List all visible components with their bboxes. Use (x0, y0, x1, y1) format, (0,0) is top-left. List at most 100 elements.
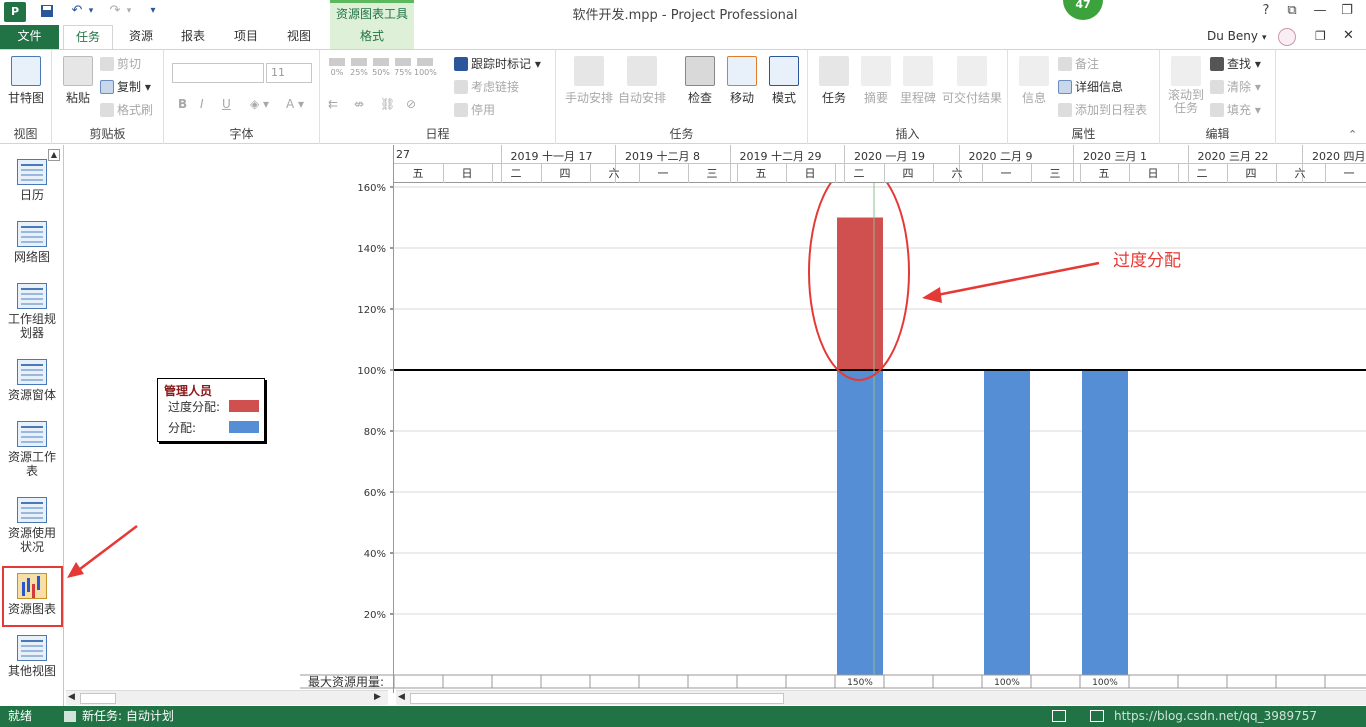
tasks-group-label: 任务 (669, 127, 694, 141)
new-tasks-mode[interactable]: 新任务: 自动计划 (82, 706, 174, 727)
format-painter-label: 格式刷 (117, 103, 154, 117)
milestone-button[interactable]: 里程碑 (896, 56, 940, 106)
clear-button[interactable]: 清除 ▾ (1210, 77, 1261, 97)
gantt-label: 甘特图 (7, 91, 44, 105)
ribbon-display-icon[interactable]: ⧉ (1282, 3, 1302, 21)
restore-window-icon[interactable]: ❐ (1315, 29, 1326, 43)
format-painter-button[interactable]: 格式刷 (100, 100, 153, 120)
notes-button[interactable]: 备注 (1058, 54, 1099, 74)
collapse-ribbon-icon[interactable]: ⌃ (1348, 128, 1357, 141)
respect-links-button[interactable]: 考虑链接 (454, 77, 519, 97)
auto-schedule-button[interactable]: 自动安排 (616, 56, 668, 106)
paste-button[interactable]: 粘贴 (56, 56, 100, 106)
tab-task[interactable]: 任务 (63, 25, 113, 50)
tab-file[interactable]: 文件 (0, 25, 59, 49)
timescale-minor-label: 五 (412, 167, 424, 180)
cut-button[interactable]: 剪切 (100, 54, 141, 74)
clipboard-group-label: 剪贴板 (89, 127, 126, 141)
watermark: https://blog.csdn.net/qq_3989757 (1114, 709, 1318, 723)
redo-dropdown-icon[interactable]: ▾ (124, 6, 134, 24)
highlight-color-icon[interactable]: ◈ ▾ (250, 94, 269, 114)
ribbon: 甘特图 视图 粘贴 剪切 复制 ▾ 格式刷 剪贴板 11 B I U ◈ ▾ A… (0, 49, 1366, 144)
timescale: 27 2019 十一月 17 2019 十二月 8 2019 十二月 29 2020 一… (393, 145, 1366, 183)
unlink-icon[interactable]: ⊘ (406, 94, 416, 114)
y-tick-label: 40% (364, 549, 386, 560)
undo-icon[interactable]: ↶ (66, 3, 88, 21)
font-color-icon[interactable]: A ▾ (286, 94, 304, 114)
insert-task-button[interactable]: 任务 (812, 56, 856, 106)
view-team-planner[interactable]: 工作组规划器 (0, 279, 64, 340)
user-dropdown-icon[interactable]: ▾ (1262, 33, 1267, 43)
move-left-icon[interactable]: ⇇ (328, 94, 338, 114)
tab-resource[interactable]: 资源 (118, 25, 164, 49)
chart-scroll-thumb[interactable] (410, 693, 784, 704)
summary-button[interactable]: 摘要 (854, 56, 898, 106)
tab-format[interactable]: 格式 (330, 25, 414, 49)
restore-button[interactable]: ❐ (1337, 3, 1357, 21)
view-resource-form[interactable]: 资源窗体 (0, 355, 64, 402)
add-timeline-button[interactable]: 添加到日程表 (1058, 100, 1147, 120)
link-icon[interactable]: ⛓ (380, 94, 395, 114)
details-label: 详细信息 (1075, 80, 1124, 94)
percent-0-label: 0% (330, 68, 344, 77)
percent-75-button[interactable]: 75% (392, 58, 414, 82)
percent-0-button[interactable]: 0% (326, 58, 348, 82)
scroll-to-task-button[interactable]: 滚动到任务 (1164, 56, 1208, 115)
minimize-button[interactable]: — (1310, 3, 1330, 21)
tab-report[interactable]: 报表 (170, 25, 216, 49)
y-tick-label: 80% (364, 427, 386, 438)
undo-dropdown-icon[interactable]: ▾ (86, 6, 96, 24)
view-resource-sheet[interactable]: 资源工作表 (0, 417, 64, 478)
font-size-field[interactable]: 11 (266, 63, 312, 83)
percent-50-button[interactable]: 50% (370, 58, 392, 82)
close-icon[interactable]: ✕ (1343, 28, 1354, 43)
percent-100-button[interactable]: 100% (414, 58, 437, 82)
customize-qat-icon[interactable]: ▾ (142, 5, 164, 23)
gantt-view-icon[interactable] (1090, 710, 1104, 722)
avatar[interactable] (1278, 28, 1296, 46)
user-name[interactable]: Du Beny (1207, 29, 1258, 43)
help-button[interactable]: ? (1256, 3, 1276, 21)
percent-25-button[interactable]: 25% (348, 58, 370, 82)
save-icon[interactable] (36, 3, 58, 21)
deliverable-button[interactable]: 可交付结果 (940, 56, 1004, 106)
scroll-right-icon[interactable]: ▶ (374, 692, 381, 702)
timescale-major-label: 2019 十二月 29 (739, 150, 822, 163)
view-more-views[interactable]: 其他视图 (0, 631, 64, 678)
bar-data-label: 100% (1092, 678, 1118, 688)
notification-badge[interactable]: 47 (1063, 0, 1103, 20)
view-resource-usage[interactable]: 资源使用状况 (0, 493, 64, 554)
inspect-button[interactable]: 检查 (678, 56, 722, 106)
left-horizontal-scrollbar[interactable]: ◀ ▶ (66, 690, 388, 705)
track-button[interactable]: 跟踪时标记 ▾ (454, 54, 541, 74)
font-family-field[interactable] (172, 63, 264, 83)
left-scroll-thumb[interactable] (80, 693, 116, 704)
redo-icon[interactable]: ↷ (104, 3, 126, 21)
inactivate-button[interactable]: 停用 (454, 100, 495, 120)
tab-project[interactable]: 项目 (223, 25, 269, 49)
status-view-icon[interactable] (1052, 710, 1066, 722)
clipboard-group: 粘贴 剪切 复制 ▾ 格式刷 剪贴板 (52, 50, 164, 144)
app-icon[interactable]: P (4, 2, 26, 22)
manual-schedule-button[interactable]: 手动安排 (564, 56, 614, 106)
view-network[interactable]: 网络图 (0, 217, 64, 264)
gantt-button[interactable]: 甘特图 (4, 56, 48, 106)
details-button[interactable]: 详细信息 (1058, 77, 1123, 97)
italic-button[interactable]: I (200, 94, 204, 114)
timescale-minor-label: 一 (1343, 167, 1355, 180)
underline-button[interactable]: U (222, 94, 231, 114)
scroll-left-icon[interactable]: ◀ (68, 692, 75, 702)
tab-view[interactable]: 视图 (276, 25, 322, 49)
find-button[interactable]: 查找 ▾ (1210, 54, 1261, 74)
bold-button[interactable]: B (178, 94, 187, 114)
move-button[interactable]: 移动 (720, 56, 764, 106)
fill-button[interactable]: 填充 ▾ (1210, 100, 1261, 120)
chart-horizontal-scrollbar[interactable]: ◀ (396, 690, 1366, 705)
split-icon[interactable]: ⇎ (354, 94, 364, 114)
copy-button[interactable]: 复制 ▾ (100, 77, 151, 97)
view-calendar[interactable]: 日历 (0, 155, 64, 202)
info-button[interactable]: 信息 (1012, 56, 1056, 106)
mode-button[interactable]: 模式 (762, 56, 806, 106)
timescale-minor-label: 三 (1049, 167, 1061, 180)
chart-scroll-left-icon[interactable]: ◀ (398, 692, 405, 702)
